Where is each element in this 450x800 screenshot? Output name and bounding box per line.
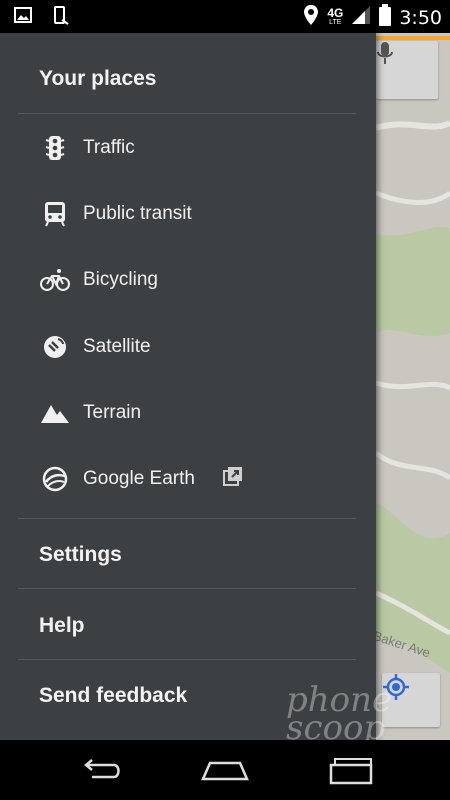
layer-label-public-transit: Public transit — [83, 203, 192, 224]
image-icon — [14, 6, 32, 31]
watermark: phone scoop — [286, 680, 393, 748]
back-button[interactable] — [70, 754, 130, 788]
microphone-icon — [377, 42, 393, 64]
layer-item-traffic[interactable]: Traffic — [0, 118, 376, 178]
transit-icon — [40, 199, 70, 229]
your-places-link[interactable]: Your places — [39, 67, 157, 91]
status-bar: 4G LTE 3:50 — [0, 0, 450, 33]
divider — [18, 588, 356, 589]
divider — [18, 659, 356, 660]
settings-menu-item[interactable]: Settings — [39, 543, 122, 567]
divider — [18, 518, 356, 519]
navigation-drawer: Your places Traffic Public transit Bicyc… — [0, 33, 376, 740]
home-icon — [201, 761, 249, 781]
google-earth-icon — [40, 464, 70, 494]
phone-rotate-icon — [50, 6, 70, 31]
layer-label-bicycling: Bicycling — [83, 269, 158, 290]
recent-apps-icon — [329, 758, 373, 785]
home-button[interactable] — [195, 754, 255, 788]
send-feedback-menu-item[interactable]: Send feedback — [39, 684, 187, 708]
layer-label-terrain: Terrain — [83, 402, 142, 423]
voice-search-button[interactable] — [376, 41, 438, 99]
traffic-light-icon — [40, 133, 70, 163]
help-menu-item[interactable]: Help — [39, 614, 85, 638]
layer-label-google-earth: Google Earth — [83, 468, 195, 489]
battery-icon — [379, 4, 392, 31]
layer-item-satellite[interactable]: Satellite — [0, 317, 376, 377]
network-indicator: 4G LTE — [327, 5, 344, 26]
layer-item-terrain[interactable]: Terrain — [0, 383, 376, 443]
open-external-icon — [223, 466, 243, 486]
clock: 3:50 — [399, 6, 442, 29]
layer-label-satellite: Satellite — [83, 336, 151, 357]
location-pin-icon — [303, 4, 319, 31]
signal-icon — [351, 5, 371, 30]
bicycle-icon — [40, 265, 70, 295]
recent-apps-button[interactable] — [322, 754, 382, 788]
system-nav-bar — [0, 740, 450, 800]
layer-label-traffic: Traffic — [83, 137, 135, 158]
layer-item-bicycling[interactable]: Bicycling — [0, 250, 376, 310]
layer-item-public-transit[interactable]: Public transit — [0, 184, 376, 244]
divider — [18, 113, 356, 114]
layer-item-google-earth[interactable]: Google Earth — [0, 449, 376, 509]
satellite-icon — [40, 332, 70, 362]
back-icon — [84, 759, 120, 779]
terrain-icon — [40, 398, 70, 428]
